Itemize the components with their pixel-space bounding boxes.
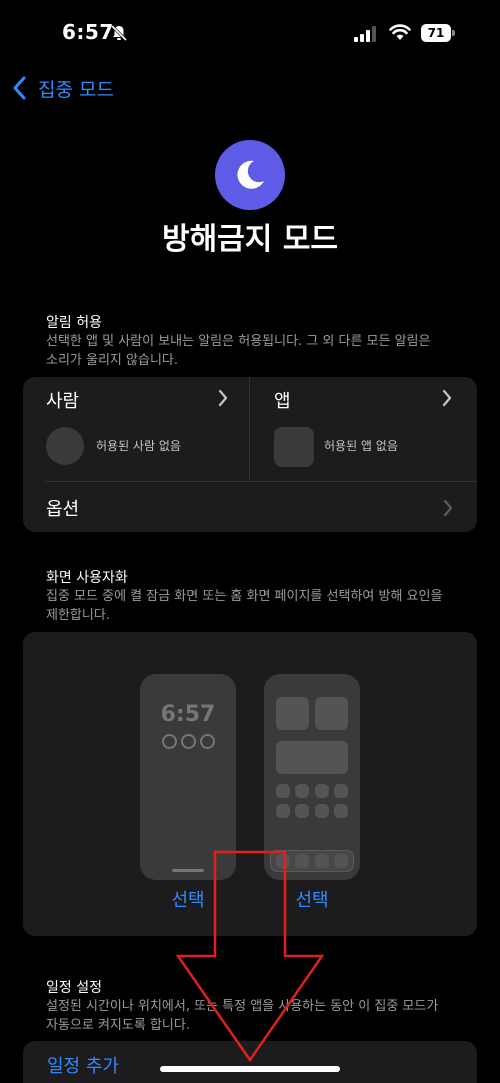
dock-app-placeholder [334,854,348,868]
schedule-section-title: 일정 설정 [46,980,102,996]
app-icon-placeholder [295,804,309,818]
allow-card: 사람 허용된 사람 없음 앱 허용된 앱 없음 옵션 [23,377,477,532]
status-bar: 6:57 71 [0,0,500,66]
lock-screen-widgets [162,734,215,749]
app-icon-placeholder [276,784,290,798]
app-icon-placeholder [276,804,290,818]
widget-small [276,697,309,730]
app-icon-placeholder [315,804,329,818]
app-icon-placeholder [334,784,348,798]
bell-slash-icon [110,24,128,42]
app-icon-placeholder [295,784,309,798]
page-title: 방해금지 모드 [161,222,339,257]
back-button[interactable]: 집중 모드 [12,74,114,102]
divider [249,377,250,481]
widget-circle [162,734,177,749]
annotation-arrow [175,850,325,1063]
screen-section-title: 화면 사용자화 [46,570,128,586]
home-indicator-bar[interactable] [160,1066,340,1072]
allow-section-desc: 선택한 앱 및 사람이 보내는 알림은 허용됩니다. 그 외 다른 모든 알림은… [46,334,431,368]
chevron-left-icon [13,76,26,100]
wifi-icon [389,24,411,40]
screen-section-desc: 집중 모드 중에 켤 잠금 화면 또는 홈 화면 페이지를 선택하여 방해 요인… [46,589,443,623]
app-icon-placeholder [334,804,348,818]
options-label: 옵션 [46,499,80,520]
avatar-placeholder [46,427,84,465]
lock-screen-time: 6:57 [160,702,216,727]
chevron-right-icon [443,499,453,517]
apps-label: 앱 [274,391,291,412]
widget-circle [181,734,196,749]
chevron-right-icon [218,389,228,407]
apps-empty-label: 허용된 앱 없음 [324,439,398,453]
cellular-signal-icon [354,26,376,42]
moon-glyph [237,160,264,189]
add-schedule-button[interactable]: 일정 추가 [47,1052,119,1078]
app-icon-placeholder [274,427,314,467]
app-icon-placeholder [315,784,329,798]
widget-circle [200,734,215,749]
options-row[interactable]: 옵션 [23,482,477,532]
status-time: 6:57 [62,20,114,44]
battery-level: 71 [421,24,451,42]
people-label: 사람 [46,391,80,412]
battery-cap [452,30,455,36]
widget-small [315,697,348,730]
back-label: 집중 모드 [38,78,114,101]
allowed-people-cell[interactable]: 사람 허용된 사람 없음 [46,377,246,481]
allowed-apps-cell[interactable]: 앱 허용된 앱 없음 [274,377,464,481]
allow-section-title: 알림 허용 [46,315,102,331]
moon-icon [215,140,285,210]
people-empty-label: 허용된 사람 없음 [96,439,181,453]
chevron-right-icon [442,389,452,407]
battery-indicator: 71 [421,24,455,42]
widget-wide [276,741,348,774]
